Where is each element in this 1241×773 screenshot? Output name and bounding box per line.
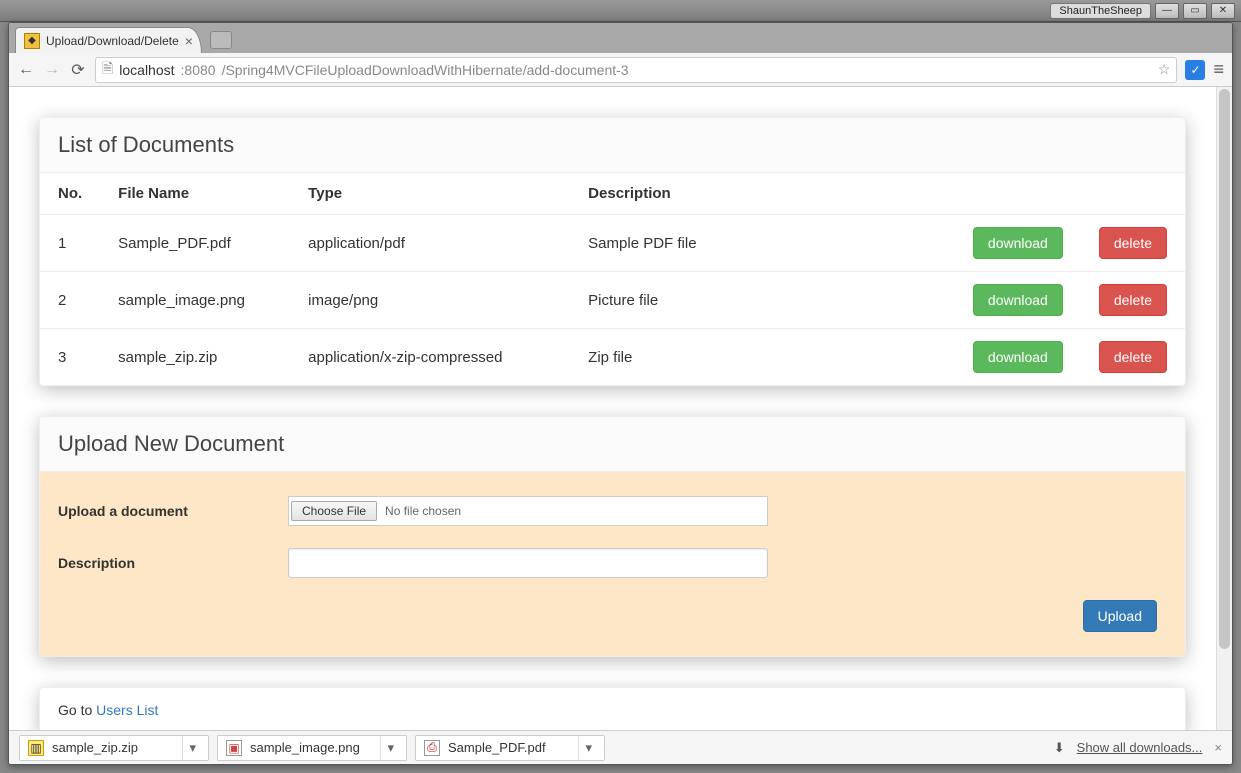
upload-heading: Upload New Document	[40, 417, 1185, 472]
description-label: Description	[58, 555, 288, 571]
cell-description: Sample PDF file	[570, 215, 955, 272]
browser-tab-title: Upload/Download/Delete	[46, 34, 179, 48]
delete-button[interactable]: delete	[1099, 227, 1167, 259]
download-chip[interactable]: ⎙ Sample_PDF.pdf ▾	[415, 735, 605, 761]
cell-description: Zip file	[570, 329, 955, 386]
form-row-description: Description	[58, 548, 1167, 578]
scrollbar-thumb[interactable]	[1219, 89, 1230, 649]
goto-row: Go to Users List	[40, 688, 1185, 730]
page-content: List of Documents No. File Name Type Des…	[9, 87, 1216, 730]
file-status-text: No file chosen	[385, 504, 461, 518]
os-titlebar: ShaunTheSheep — ▭ ✕	[0, 0, 1241, 22]
cell-no: 1	[40, 215, 100, 272]
form-row-file: Upload a document Choose File No file ch…	[58, 496, 1167, 526]
cell-no: 3	[40, 329, 100, 386]
window-maximize-button[interactable]: ▭	[1183, 3, 1207, 19]
tab-favicon-icon: ◆	[24, 33, 40, 49]
download-chip-menu[interactable]: ▾	[380, 736, 400, 760]
show-all-downloads-link[interactable]: Show all downloads...	[1077, 740, 1203, 755]
reload-button[interactable]: ⟳	[69, 60, 87, 80]
documents-heading: List of Documents	[40, 118, 1185, 173]
browser-tab[interactable]: ◆ Upload/Download/Delete ×	[15, 27, 202, 53]
close-download-bar-icon[interactable]: ×	[1214, 740, 1222, 755]
url-path: /Spring4MVCFileUploadDownloadWithHiberna…	[222, 62, 629, 78]
download-chip-label: sample_image.png	[250, 740, 360, 755]
download-button[interactable]: download	[973, 227, 1063, 259]
upload-panel: Upload New Document Upload a document Ch…	[39, 416, 1186, 657]
description-input[interactable]	[288, 548, 768, 578]
address-bar[interactable]: 🗎 localhost :8080/Spring4MVCFileUploadDow…	[95, 57, 1177, 83]
download-bar: ▥ sample_zip.zip ▾ ▣ sample_image.png ▾ …	[9, 730, 1232, 764]
file-label: Upload a document	[58, 503, 288, 519]
cell-file-name: sample_image.png	[100, 272, 290, 329]
choose-file-button[interactable]: Choose File	[291, 501, 377, 521]
url-host: localhost	[119, 62, 174, 78]
col-header-type: Type	[290, 173, 570, 215]
vertical-scrollbar[interactable]	[1216, 87, 1232, 730]
file-input[interactable]: Choose File No file chosen	[288, 496, 768, 526]
col-header-action-download	[955, 173, 1081, 215]
download-chip-menu[interactable]: ▾	[182, 736, 202, 760]
url-port: :8080	[181, 62, 216, 78]
tab-close-icon[interactable]: ×	[185, 33, 193, 49]
extension-icon[interactable]: ✓	[1185, 60, 1205, 80]
browser-toolbar: ← → ⟳ 🗎 localhost :8080/Spring4MVCFileUpl…	[9, 53, 1232, 87]
upload-form: Upload a document Choose File No file ch…	[40, 472, 1185, 656]
forward-button: →	[43, 61, 61, 79]
col-header-action-delete	[1081, 173, 1185, 215]
delete-button[interactable]: delete	[1099, 284, 1167, 316]
download-chip-label: sample_zip.zip	[52, 740, 138, 755]
new-tab-button[interactable]	[210, 31, 232, 49]
cell-type: image/png	[290, 272, 570, 329]
download-arrow-icon: ⬇	[1054, 740, 1065, 756]
col-header-file-name: File Name	[100, 173, 290, 215]
upload-button[interactable]: Upload	[1083, 600, 1157, 632]
documents-table: No. File Name Type Description 1 Sample_…	[40, 173, 1185, 385]
bookmark-star-icon[interactable]: ☆	[1158, 61, 1171, 78]
download-chip-menu[interactable]: ▾	[578, 736, 598, 760]
download-chip[interactable]: ▣ sample_image.png ▾	[217, 735, 407, 761]
os-user-label: ShaunTheSheep	[1050, 3, 1151, 19]
zip-file-icon: ▥	[28, 740, 44, 756]
users-list-link[interactable]: Users List	[96, 702, 158, 718]
download-chip-label: Sample_PDF.pdf	[448, 740, 546, 755]
cell-file-name: Sample_PDF.pdf	[100, 215, 290, 272]
upload-actions: Upload	[58, 600, 1167, 632]
cell-type: application/pdf	[290, 215, 570, 272]
back-button[interactable]: ←	[17, 61, 35, 79]
window-minimize-button[interactable]: —	[1155, 3, 1179, 19]
cell-no: 2	[40, 272, 100, 329]
table-row: 3 sample_zip.zip application/x-zip-compr…	[40, 329, 1185, 386]
cell-file-name: sample_zip.zip	[100, 329, 290, 386]
delete-button[interactable]: delete	[1099, 341, 1167, 373]
browser-window: ◆ Upload/Download/Delete × ← → ⟳ 🗎 local…	[8, 22, 1233, 765]
download-chip[interactable]: ▥ sample_zip.zip ▾	[19, 735, 209, 761]
page-icon: 🗎	[102, 58, 113, 82]
window-close-button[interactable]: ✕	[1211, 3, 1235, 19]
goto-panel: Go to Users List	[39, 687, 1186, 730]
download-button[interactable]: download	[973, 284, 1063, 316]
table-header-row: No. File Name Type Description	[40, 173, 1185, 215]
image-file-icon: ▣	[226, 740, 242, 756]
browser-menu-icon[interactable]: ≡	[1213, 59, 1224, 80]
table-row: 1 Sample_PDF.pdf application/pdf Sample …	[40, 215, 1185, 272]
documents-panel: List of Documents No. File Name Type Des…	[39, 117, 1186, 386]
cell-type: application/x-zip-compressed	[290, 329, 570, 386]
browser-tab-strip: ◆ Upload/Download/Delete ×	[9, 23, 1232, 53]
download-button[interactable]: download	[973, 341, 1063, 373]
col-header-no: No.	[40, 173, 100, 215]
browser-viewport: List of Documents No. File Name Type Des…	[9, 87, 1232, 730]
cell-description: Picture file	[570, 272, 955, 329]
pdf-file-icon: ⎙	[424, 740, 440, 756]
table-row: 2 sample_image.png image/png Picture fil…	[40, 272, 1185, 329]
col-header-description: Description	[570, 173, 955, 215]
goto-prefix: Go to	[58, 702, 96, 718]
